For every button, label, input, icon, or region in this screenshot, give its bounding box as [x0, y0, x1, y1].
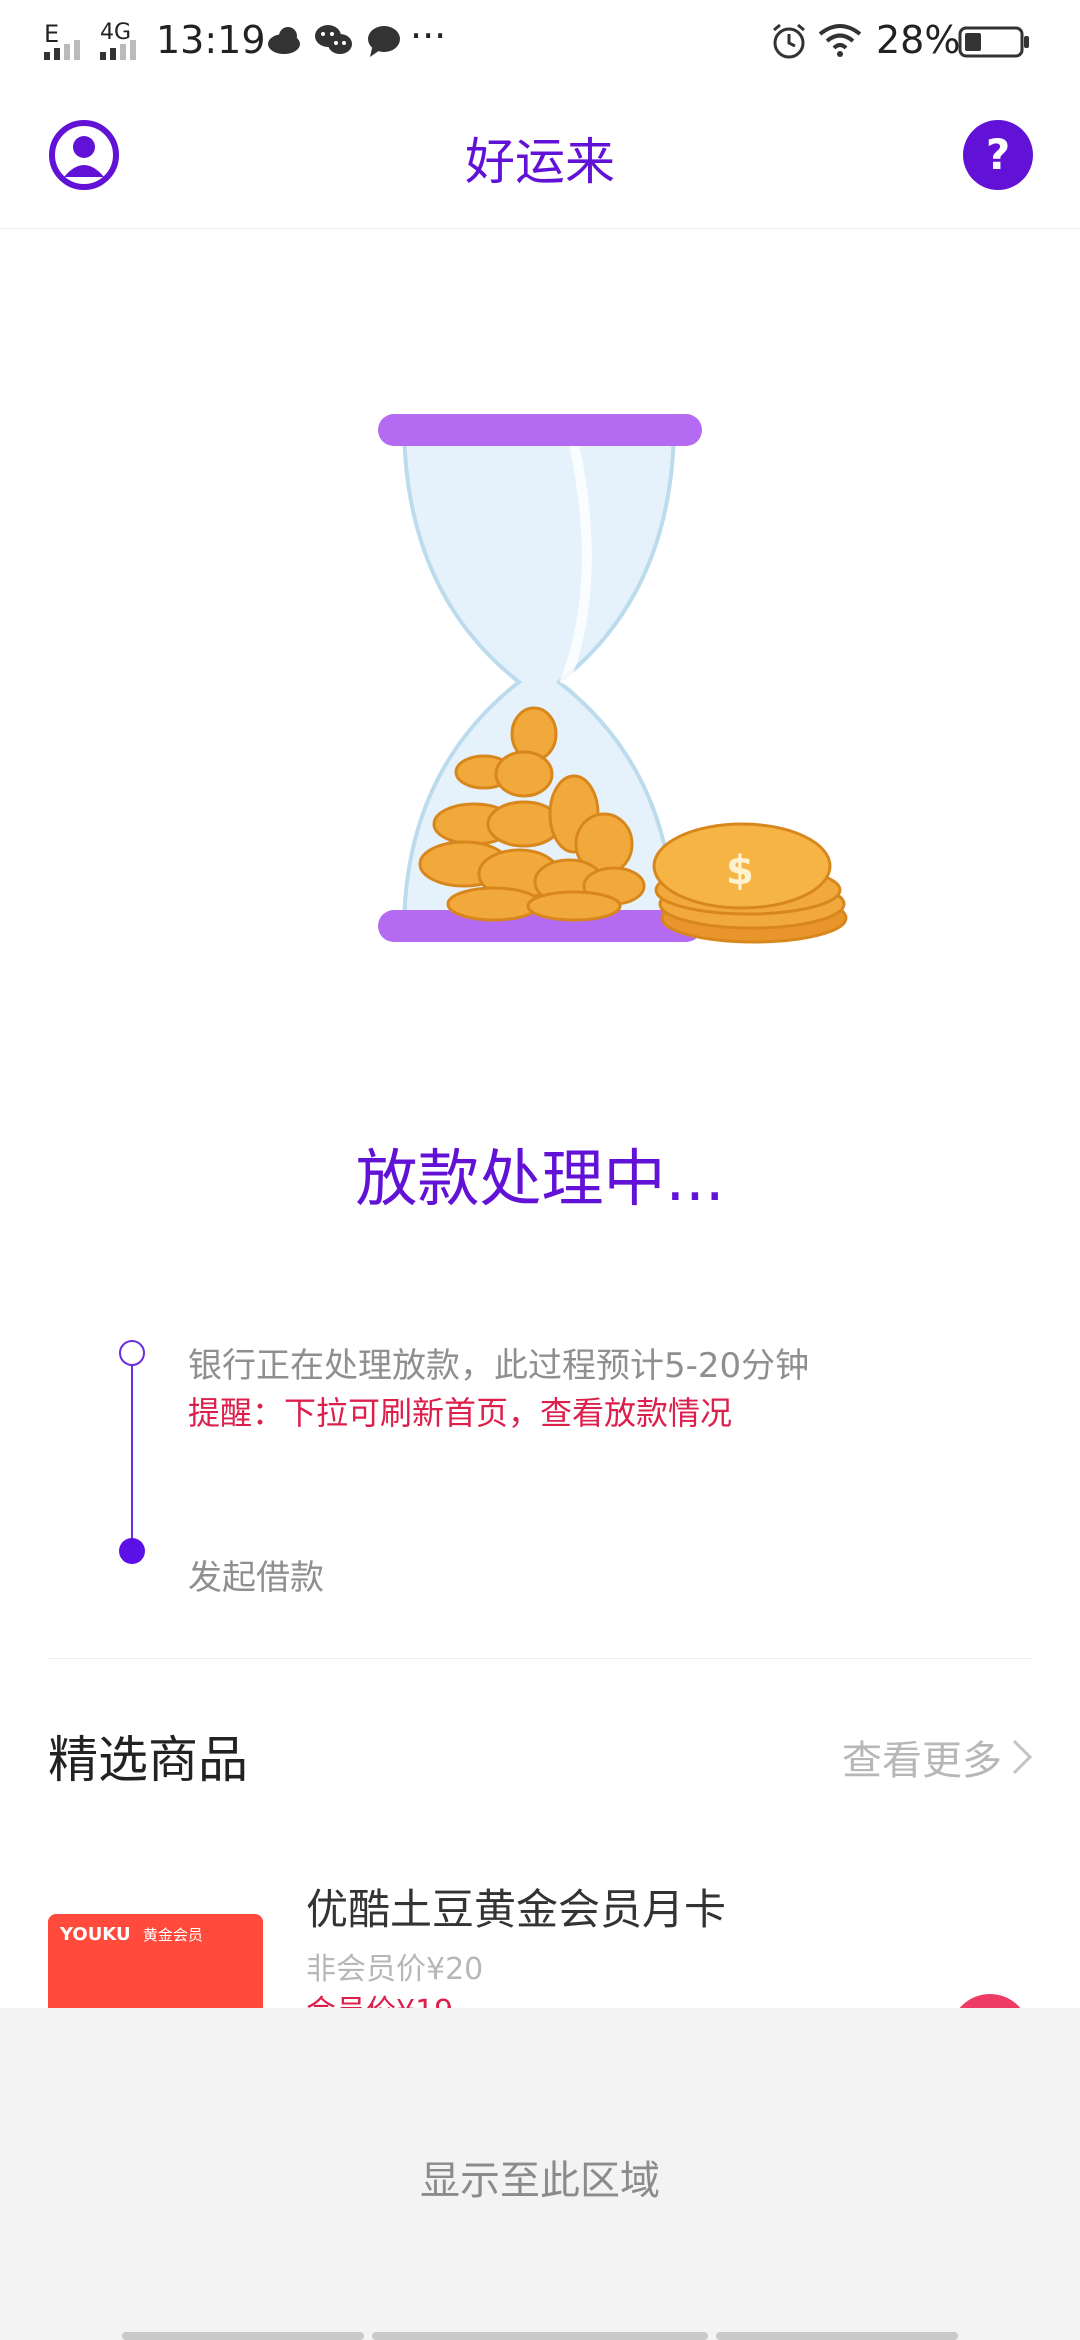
loan-status-title: 放款处理中... — [355, 1142, 725, 1215]
display-limit-overlay: 显示至此区域 — [0, 2008, 1080, 2340]
overlay-text: 显示至此区域 — [420, 2158, 660, 2204]
timeline-dot-done — [119, 1538, 145, 1564]
section-title: 精选商品 — [48, 1731, 248, 1789]
battery-icon — [958, 26, 1029, 58]
product-name[interactable]: 优酷土豆黄金会员月卡 — [306, 1876, 726, 1937]
signal-icon — [44, 40, 80, 60]
signal-icon-2 — [100, 40, 136, 60]
hourglass-illustration: $ — [374, 404, 854, 948]
clock: 13:19 — [156, 18, 266, 62]
help-button[interactable]: ? — [962, 119, 1034, 191]
chevron-right-icon — [1012, 1739, 1033, 1775]
cloud-icon — [268, 27, 300, 54]
bottom-bar-right — [716, 2332, 958, 2340]
help-icon: ? — [963, 120, 1033, 190]
app-header: 好运来 ? — [0, 84, 1080, 229]
page-title: 好运来 — [465, 133, 615, 191]
timeline-line — [131, 1358, 133, 1548]
section-divider — [48, 1658, 1032, 1659]
see-more-label: 查看更多 — [842, 1738, 1002, 1784]
wifi-icon — [818, 24, 862, 57]
svg-text:$: $ — [726, 848, 754, 894]
alarm-icon — [773, 23, 805, 59]
bottom-bar-center — [372, 2332, 708, 2340]
product-brand: YOUKU 黄金会员 — [60, 1924, 203, 1945]
more-notifications: ··· — [410, 14, 447, 58]
status-bar: E 4G 13:19 ··· 28% — [0, 0, 1080, 84]
brand-name: YOUKU — [60, 1924, 131, 1945]
wechat-icon — [315, 25, 352, 54]
see-more-link[interactable]: 查看更多 — [842, 1728, 1034, 1786]
product-original-price: 非会员价¥20 — [306, 1952, 484, 1987]
timeline-step-initiated: 发起借款 — [188, 1558, 324, 1598]
timeline-step-processing: 银行正在处理放款，此过程预计5-20分钟 — [188, 1346, 810, 1386]
message-icon — [368, 26, 400, 57]
bottom-bar-left — [122, 2332, 364, 2340]
timeline-reminder: 提醒：下拉可刷新首页，查看放款情况 — [188, 1394, 733, 1432]
hourglass-coins-icon: $ — [378, 414, 848, 944]
timeline-dot-current — [119, 1340, 145, 1366]
help-glyph: ? — [986, 130, 1010, 179]
battery-percent: 28% — [876, 18, 961, 62]
brand-tag: 黄金会员 — [142, 1926, 203, 1944]
